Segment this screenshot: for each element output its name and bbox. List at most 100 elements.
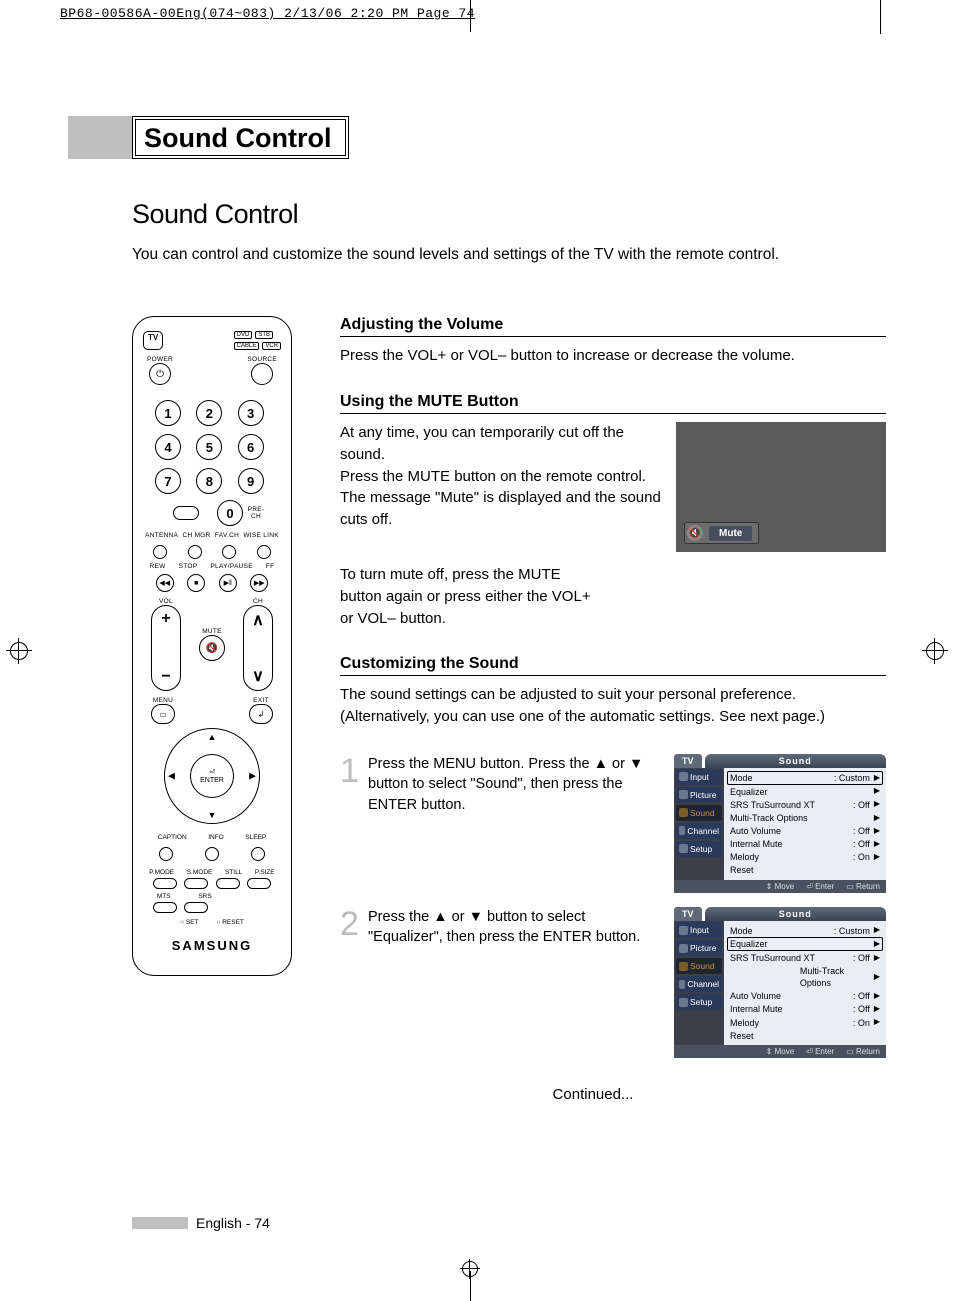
remote-src: STB	[255, 331, 273, 339]
label: VOL	[151, 598, 181, 605]
brand-logo: SAMSUNG	[143, 938, 281, 953]
num-key: 7	[155, 468, 181, 494]
osd-title: Sound	[705, 907, 886, 921]
num-key: 8	[196, 468, 222, 494]
dash-key	[173, 506, 199, 520]
osd-sound-menu-1: TV Sound Input Picture Sound Channel Set…	[674, 754, 886, 893]
source-button	[251, 363, 273, 385]
mute-button: 🔇	[199, 635, 225, 661]
tv-screen-illustration: 🔇 Mute	[676, 422, 886, 552]
label: POWER	[147, 356, 173, 363]
sub-heading: Customizing the Sound	[340, 655, 886, 676]
sub-heading: Adjusting the Volume	[340, 316, 886, 337]
osd-row: Auto Volume: Off▶	[728, 990, 882, 1003]
osd-row: Equalizer▶	[728, 785, 882, 798]
osd-row: Multi-Track Options▶	[728, 811, 882, 824]
step-text: Press the MENU button. Press the ▲ or ▼ …	[368, 754, 658, 815]
label: EXIT	[249, 697, 273, 704]
osd-side-item: Picture	[676, 787, 722, 803]
label: P.SIZE	[255, 869, 275, 876]
osd-side-item-selected: Sound	[676, 805, 722, 821]
step-number: 2	[340, 907, 362, 948]
label: STOP	[179, 563, 198, 570]
body-text: At any time, you can temporarily cut off…	[340, 422, 662, 531]
small-button	[153, 545, 167, 559]
sub-heading: Using the MUTE Button	[340, 393, 886, 414]
num-key: 4	[155, 434, 181, 460]
ch-rocker: ∧∨	[243, 605, 273, 691]
body-text: To turn mute off, press the MUTE button …	[340, 564, 600, 629]
remote-illustration: TV DVD STB CABLE VCR POWER	[132, 316, 292, 976]
osd-side-item: Setup	[676, 841, 722, 857]
footer-text: English - 74	[196, 1215, 270, 1231]
vol-rocker: +−	[151, 605, 181, 691]
label: CH	[243, 598, 273, 605]
small-button	[205, 847, 219, 861]
registration-mark	[922, 638, 948, 664]
osd-row: Mode: Custom▶	[728, 924, 882, 937]
intro-text: You can control and customize the sound …	[132, 244, 886, 266]
step-text: Press the ▲ or ▼ button to select "Equal…	[368, 907, 658, 948]
mute-badge: 🔇 Mute	[684, 522, 759, 544]
stop-button: ■	[187, 574, 205, 592]
label: ○ SET	[180, 919, 198, 926]
footer-bar	[132, 1217, 188, 1229]
power-button: ⏻	[149, 363, 171, 385]
remote-tv-key: TV	[143, 331, 163, 350]
body-text: Press the VOL+ or VOL– button to increas…	[340, 345, 886, 367]
osd-row: Melody: On▶	[728, 1016, 882, 1029]
num-key: 6	[238, 434, 264, 460]
osd-side-item: Input	[676, 769, 722, 785]
body-text: The sound settings can be adjusted to su…	[340, 684, 886, 728]
pill-button	[153, 878, 177, 889]
osd-title: Sound	[705, 754, 886, 768]
label: SLEEP	[245, 834, 266, 841]
osd-side-item: Channel	[676, 976, 722, 992]
osd-side-item-selected: Sound	[676, 958, 722, 974]
osd-row: Multi-Track Options▶	[728, 965, 882, 990]
osd-footer: ⇕ Move ⏎ Enter ▭ Return	[674, 880, 886, 893]
label: WISE LINK	[243, 532, 279, 539]
osd-row: Reset	[728, 1029, 882, 1042]
continued-text: Continued...	[300, 1086, 886, 1103]
osd-tab-tv: TV	[674, 754, 702, 768]
osd-row: Internal Mute: Off▶	[728, 1003, 882, 1016]
label: MUTE	[199, 628, 225, 635]
osd-side-item: Picture	[676, 940, 722, 956]
num-key: 9	[238, 468, 264, 494]
crop-mark	[470, 0, 471, 32]
osd-tab-tv: TV	[674, 907, 702, 921]
label: FAV.CH	[215, 532, 239, 539]
label: ANTENNA	[145, 532, 178, 539]
registration-mark	[6, 638, 32, 664]
play-button: ▶‖	[219, 574, 237, 592]
pill-button	[184, 878, 208, 889]
osd-sound-menu-2: TV Sound Input Picture Sound Channel Set…	[674, 907, 886, 1058]
remote-src: VCR	[262, 342, 281, 350]
label: CAPTION	[158, 834, 187, 841]
pill-button	[216, 878, 240, 889]
osd-side-item: Input	[676, 922, 722, 938]
remote-src: DVD	[234, 331, 253, 339]
ff-button: ▶▶	[250, 574, 268, 592]
pill-button	[184, 902, 208, 913]
label: S.MODE	[187, 869, 213, 876]
small-button	[257, 545, 271, 559]
small-button	[188, 545, 202, 559]
title-stub	[68, 116, 132, 159]
mute-icon: 🔇	[687, 525, 703, 541]
osd-side-item: Setup	[676, 994, 722, 1010]
num-key: 1	[155, 400, 181, 426]
title-text: Sound Control	[135, 119, 346, 156]
label: SRS	[198, 893, 211, 900]
num-key: 3	[238, 400, 264, 426]
mute-badge-text: Mute	[709, 526, 752, 541]
small-button	[251, 847, 265, 861]
registration-mark	[460, 1259, 480, 1279]
osd-row: Internal Mute: Off▶	[728, 838, 882, 851]
small-button	[222, 545, 236, 559]
small-button	[159, 847, 173, 861]
print-slug: BP68-00586A-00Eng(074~083) 2/13/06 2:20 …	[0, 0, 954, 27]
dpad: ▲▼◀▶ ⏎ENTER	[164, 728, 260, 824]
osd-row: Reset	[728, 864, 882, 877]
